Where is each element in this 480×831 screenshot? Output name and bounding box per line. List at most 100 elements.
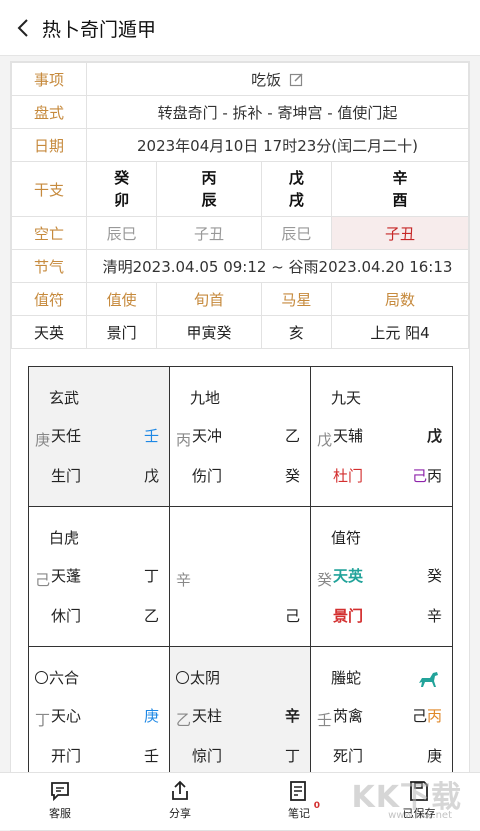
palace-stem-small: 丙 xyxy=(176,431,192,449)
palace-star: 天任 xyxy=(51,427,82,445)
jieqi-value: 清明2023.04.05 09:12 ~ 谷雨2023.04.20 16:13 xyxy=(86,249,469,283)
chart-card: 事项 吃饭 盘式 转盘奇门 - 拆补 - 寄坤宫 - 值使门起 日期 2023年… xyxy=(10,61,470,831)
palace-kan[interactable]: 太阴 乙 天柱 辛 惊门 丁 xyxy=(170,647,311,787)
palace-earth-stem: 辛 xyxy=(426,607,442,625)
palace-god: 六合 xyxy=(35,667,79,688)
value-maxing: 亥 xyxy=(260,315,333,349)
notes-badge: 0 xyxy=(313,801,320,811)
kongwang-label: 空亡 xyxy=(11,216,87,250)
palace-earth-stem: 癸 xyxy=(284,467,300,485)
kongwang-year: 辰巳 xyxy=(85,216,158,250)
note-icon xyxy=(290,781,306,801)
palace-star: 天英 xyxy=(333,567,364,585)
edit-icon[interactable] xyxy=(289,72,304,87)
nav-service[interactable]: 客服 xyxy=(30,779,90,821)
palace-god: 九天 xyxy=(331,389,362,407)
empty-circle-icon xyxy=(176,671,189,684)
nav-share[interactable]: 分享 xyxy=(150,779,210,821)
palace-earth-stem: 乙 xyxy=(143,607,159,625)
palace-earth-stem: 己 xyxy=(284,607,300,625)
palace-earth-stem: 庚 xyxy=(426,747,442,765)
palace-door: 杜门 xyxy=(333,467,364,485)
palace-qian[interactable]: 螣蛇 壬 芮禽 己丙 死门 庚 xyxy=(311,647,452,787)
value-zhifu: 天英 xyxy=(11,315,87,349)
ganzhi-hour: 辛酉 xyxy=(331,161,469,217)
header-zhishi: 值使 xyxy=(85,282,158,316)
info-table: 事项 吃饭 盘式 转盘奇门 - 拆补 - 寄坤宫 - 值使门起 日期 2023年… xyxy=(11,62,469,349)
share-icon xyxy=(172,780,188,800)
palace-door: 伤门 xyxy=(192,467,223,485)
palace-god: 螣蛇 xyxy=(331,669,362,687)
palace-stem-small: 癸 xyxy=(317,571,333,589)
value-xunshou: 甲寅癸 xyxy=(156,315,262,349)
palace-grid: 玄武 庚 天任 壬 生门 戊 九地 丙 天冲 乙 伤门 癸 九天 戊 天辅 戊 … xyxy=(28,366,453,787)
palace-heaven-stem: 壬 xyxy=(143,427,159,445)
palace-earth-stem: 丁 xyxy=(284,747,300,765)
palace-li[interactable]: 九地 丙 天冲 乙 伤门 癸 xyxy=(170,367,311,507)
palace-heaven-stem: 辛 xyxy=(284,707,300,725)
palace-heaven-stem: 戊 xyxy=(426,427,442,445)
value-zhishi: 景门 xyxy=(85,315,158,349)
ganzhi-day: 戊戌 xyxy=(260,161,333,217)
palace-earth-stem: 戊 xyxy=(143,467,159,485)
palace-earth-stem: 壬 xyxy=(143,747,159,765)
header-maxing: 马星 xyxy=(260,282,333,316)
palace-heaven-stem: 己丙 xyxy=(411,707,442,725)
palace-dui[interactable]: 值符 癸 天英 癸 景门 辛 xyxy=(311,507,452,647)
style-value: 转盘奇门 - 拆补 - 寄坤宫 - 值使门起 xyxy=(86,95,469,129)
palace-heaven-stem: 乙 xyxy=(284,427,300,445)
ganzhi-label: 干支 xyxy=(11,161,87,217)
palace-gen[interactable]: 六合 丁 天心 庚 开门 壬 xyxy=(29,647,170,787)
date-label: 日期 xyxy=(11,128,87,162)
palace-stem-small: 壬 xyxy=(317,711,333,729)
palace-star: 天心 xyxy=(51,707,82,725)
kongwang-month: 子丑 xyxy=(156,216,262,250)
event-label: 事项 xyxy=(11,62,87,96)
value-jushu: 上元 阳4 xyxy=(331,315,469,349)
watermark-url: www.kkx.net xyxy=(388,810,452,821)
palace-god: 九地 xyxy=(190,389,221,407)
palace-stem-small: 己 xyxy=(35,571,51,589)
palace-center[interactable]: 辛 己 xyxy=(170,507,311,647)
horse-icon xyxy=(419,672,438,687)
event-text: 吃饭 xyxy=(251,70,282,89)
header-jushu: 局数 xyxy=(331,282,469,316)
palace-kun[interactable]: 九天 戊 天辅 戊 杜门 己丙 xyxy=(311,367,452,507)
palace-stem-small: 庚 xyxy=(35,431,51,449)
palace-heaven-stem: 丁 xyxy=(143,567,159,585)
chat-icon xyxy=(51,782,69,802)
date-value: 2023年04月10日 17时23分(闰二月二十) xyxy=(86,128,469,162)
palace-star: 天冲 xyxy=(192,427,223,445)
palace-star: 天柱 xyxy=(192,707,223,725)
palace-door: 景门 xyxy=(333,607,364,625)
palace-stem-small: 乙 xyxy=(176,711,192,729)
palace-star: 天蓬 xyxy=(51,567,82,585)
kongwang-hour: 子丑 xyxy=(331,216,469,250)
header-zhifu: 值符 xyxy=(11,282,87,316)
palace-heaven-stem: 庚 xyxy=(143,707,159,725)
palace-earth-stem: 己丙 xyxy=(411,467,442,485)
palace-door: 休门 xyxy=(51,607,82,625)
empty-circle-icon xyxy=(35,671,48,684)
header-xunshou: 旬首 xyxy=(156,282,262,316)
palace-god: 玄武 xyxy=(49,389,80,407)
ganzhi-year: 癸卯 xyxy=(85,161,158,217)
palace-zhen[interactable]: 白虎 己 天蓬 丁 休门 乙 xyxy=(29,507,170,647)
palace-stem-small: 辛 xyxy=(176,571,192,589)
back-arrow-icon[interactable] xyxy=(14,18,34,38)
event-value[interactable]: 吃饭 xyxy=(86,62,469,96)
nav-notes[interactable]: 笔记 0 xyxy=(269,779,329,821)
palace-god: 值符 xyxy=(331,529,362,547)
palace-door: 生门 xyxy=(51,467,82,485)
ganzhi-month: 丙辰 xyxy=(156,161,262,217)
kongwang-day: 辰巳 xyxy=(260,216,333,250)
palace-god: 太阴 xyxy=(176,667,220,688)
style-label: 盘式 xyxy=(11,95,87,129)
palace-xun[interactable]: 玄武 庚 天任 壬 生门 戊 xyxy=(29,367,170,507)
jieqi-label: 节气 xyxy=(11,249,87,283)
palace-star: 天辅 xyxy=(333,427,364,445)
palace-door: 惊门 xyxy=(192,747,223,765)
palace-star: 芮禽 xyxy=(333,707,364,725)
palace-door: 开门 xyxy=(51,747,82,765)
palace-stem-small: 戊 xyxy=(317,431,333,449)
